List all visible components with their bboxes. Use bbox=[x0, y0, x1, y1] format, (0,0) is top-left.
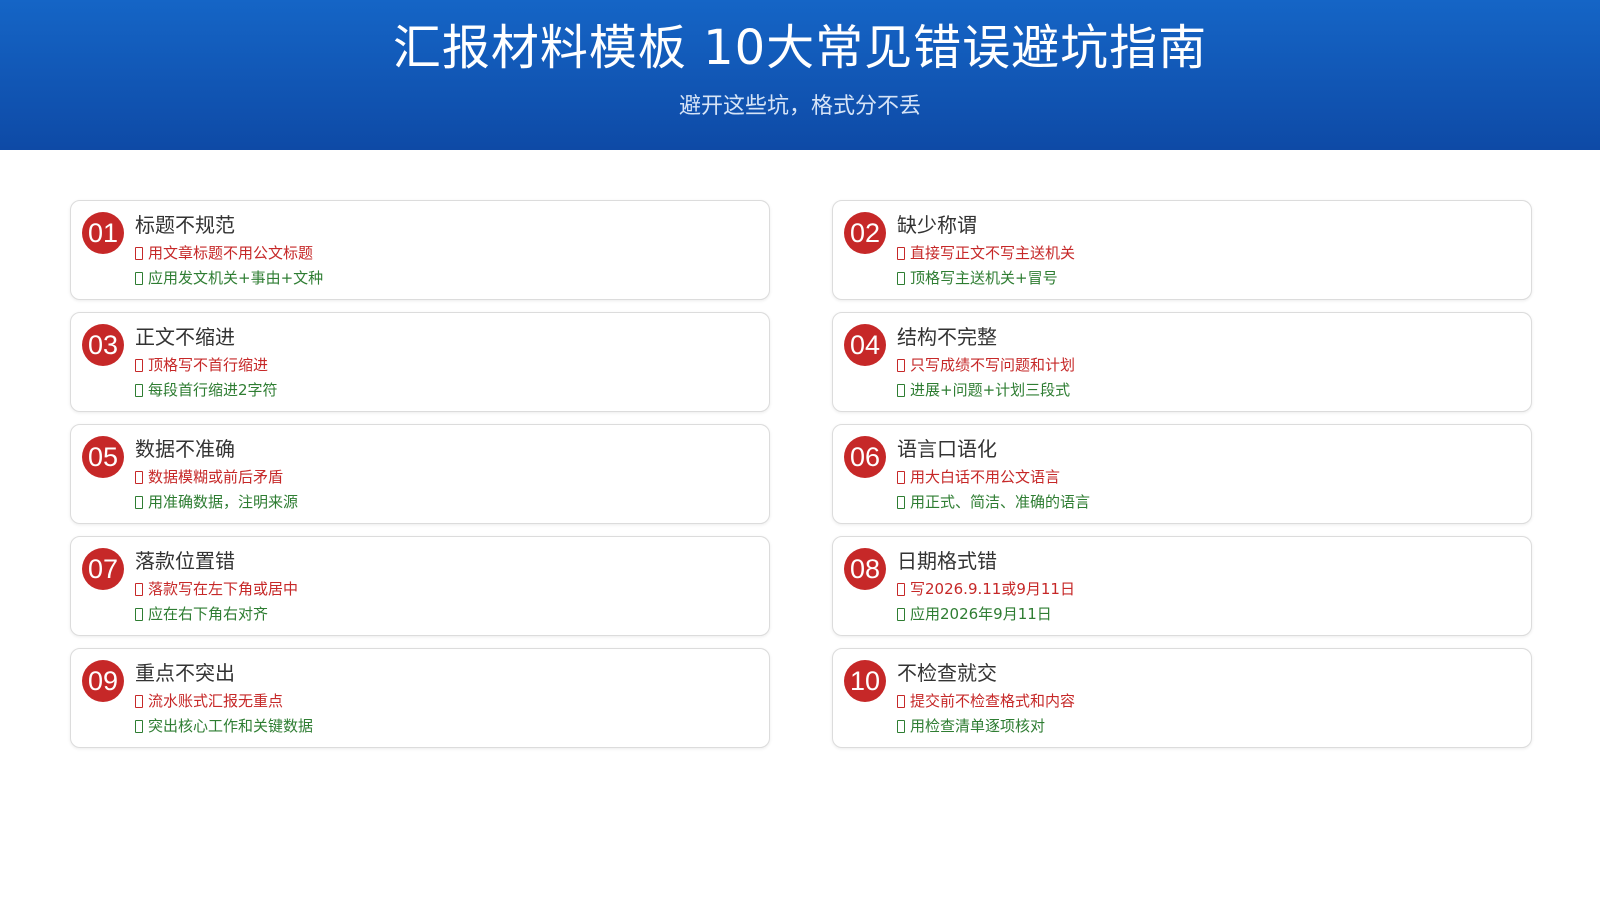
mistake-card: 05 数据不准确 数据模糊或前后矛盾 用准确数据，注明来源 bbox=[70, 424, 770, 524]
correct-mark-icon bbox=[135, 607, 143, 621]
wrong-mark-icon bbox=[897, 582, 905, 596]
correct-text: 突出核心工作和关键数据 bbox=[148, 717, 314, 735]
correct-mark-icon bbox=[897, 383, 905, 397]
number-badge: 10 bbox=[844, 660, 886, 702]
wrong-practice: 提交前不检查格式和内容 bbox=[897, 691, 1075, 711]
mistake-card: 04 结构不完整 只写成绩不写问题和计划 进展+问题+计划三段式 bbox=[832, 312, 1532, 412]
wrong-mark-icon bbox=[135, 246, 143, 260]
correct-text: 应用发文机关+事由+文种 bbox=[148, 269, 324, 287]
wrong-practice: 顶格写不首行缩进 bbox=[135, 355, 268, 375]
mistake-title: 缺少称谓 bbox=[897, 213, 977, 237]
number-badge: 06 bbox=[844, 436, 886, 478]
mistake-title: 结构不完整 bbox=[897, 325, 997, 349]
wrong-mark-icon bbox=[135, 470, 143, 484]
correct-mark-icon bbox=[135, 271, 143, 285]
correct-practice: 用准确数据，注明来源 bbox=[135, 492, 298, 512]
correct-practice: 顶格写主送机关+冒号 bbox=[897, 268, 1058, 288]
wrong-text: 写2026.9.11或9月11日 bbox=[910, 580, 1075, 598]
mistake-card: 01 标题不规范 用文章标题不用公文标题 应用发文机关+事由+文种 bbox=[70, 200, 770, 300]
wrong-practice: 直接写正文不写主送机关 bbox=[897, 243, 1075, 263]
correct-practice: 应在右下角右对齐 bbox=[135, 604, 268, 624]
wrong-mark-icon bbox=[135, 694, 143, 708]
correct-text: 应用2026年9月11日 bbox=[910, 605, 1052, 623]
mistake-card: 09 重点不突出 流水账式汇报无重点 突出核心工作和关键数据 bbox=[70, 648, 770, 748]
wrong-practice: 流水账式汇报无重点 bbox=[135, 691, 283, 711]
mistake-card: 03 正文不缩进 顶格写不首行缩进 每段首行缩进2字符 bbox=[70, 312, 770, 412]
mistake-card: 08 日期格式错 写2026.9.11或9月11日 应用2026年9月11日 bbox=[832, 536, 1532, 636]
correct-text: 顶格写主送机关+冒号 bbox=[910, 269, 1058, 287]
correct-mark-icon bbox=[135, 383, 143, 397]
wrong-mark-icon bbox=[897, 246, 905, 260]
correct-text: 进展+问题+计划三段式 bbox=[910, 381, 1071, 399]
correct-mark-icon bbox=[897, 607, 905, 621]
wrong-text: 只写成绩不写问题和计划 bbox=[910, 356, 1076, 374]
mistake-card: 07 落款位置错 落款写在左下角或居中 应在右下角右对齐 bbox=[70, 536, 770, 636]
wrong-text: 数据模糊或前后矛盾 bbox=[148, 468, 284, 486]
wrong-text: 用大白话不用公文语言 bbox=[910, 468, 1061, 486]
wrong-mark-icon bbox=[135, 582, 143, 596]
mistake-title: 落款位置错 bbox=[135, 549, 235, 573]
number-badge: 08 bbox=[844, 548, 886, 590]
number-badge: 03 bbox=[82, 324, 124, 366]
mistake-card: 10 不检查就交 提交前不检查格式和内容 用检查清单逐项核对 bbox=[832, 648, 1532, 748]
correct-mark-icon bbox=[135, 495, 143, 509]
wrong-text: 流水账式汇报无重点 bbox=[148, 692, 284, 710]
wrong-text: 提交前不检查格式和内容 bbox=[910, 692, 1076, 710]
correct-mark-icon bbox=[897, 271, 905, 285]
mistake-grid: 01 标题不规范 用文章标题不用公文标题 应用发文机关+事由+文种 02 缺少称… bbox=[70, 200, 1532, 748]
wrong-text: 顶格写不首行缩进 bbox=[148, 356, 269, 374]
mistake-title: 正文不缩进 bbox=[135, 325, 235, 349]
number-badge: 07 bbox=[82, 548, 124, 590]
wrong-practice: 用大白话不用公文语言 bbox=[897, 467, 1060, 487]
correct-practice: 应用2026年9月11日 bbox=[897, 604, 1052, 624]
mistake-title: 数据不准确 bbox=[135, 437, 235, 461]
mistake-title: 语言口语化 bbox=[897, 437, 997, 461]
mistake-card: 06 语言口语化 用大白话不用公文语言 用正式、简洁、准确的语言 bbox=[832, 424, 1532, 524]
wrong-practice: 只写成绩不写问题和计划 bbox=[897, 355, 1075, 375]
wrong-practice: 落款写在左下角或居中 bbox=[135, 579, 298, 599]
wrong-mark-icon bbox=[897, 358, 905, 372]
mistake-title: 标题不规范 bbox=[135, 213, 235, 237]
number-badge: 09 bbox=[82, 660, 124, 702]
wrong-practice: 写2026.9.11或9月11日 bbox=[897, 579, 1075, 599]
correct-text: 应在右下角右对齐 bbox=[148, 605, 269, 623]
mistake-title: 重点不突出 bbox=[135, 661, 235, 685]
correct-practice: 进展+问题+计划三段式 bbox=[897, 380, 1070, 400]
wrong-mark-icon bbox=[897, 694, 905, 708]
correct-practice: 用正式、简洁、准确的语言 bbox=[897, 492, 1090, 512]
correct-text: 用正式、简洁、准确的语言 bbox=[910, 493, 1091, 511]
wrong-practice: 用文章标题不用公文标题 bbox=[135, 243, 313, 263]
wrong-mark-icon bbox=[135, 358, 143, 372]
correct-mark-icon bbox=[897, 495, 905, 509]
correct-text: 用检查清单逐项核对 bbox=[910, 717, 1046, 735]
page-title: 汇报材料模板 10大常见错误避坑指南 bbox=[392, 20, 1208, 76]
wrong-text: 直接写正文不写主送机关 bbox=[910, 244, 1076, 262]
wrong-practice: 数据模糊或前后矛盾 bbox=[135, 467, 283, 487]
mistake-title: 日期格式错 bbox=[897, 549, 997, 573]
correct-text: 每段首行缩进2字符 bbox=[148, 381, 278, 399]
correct-text: 用准确数据，注明来源 bbox=[148, 493, 299, 511]
wrong-text: 落款写在左下角或居中 bbox=[148, 580, 299, 598]
wrong-text: 用文章标题不用公文标题 bbox=[148, 244, 314, 262]
correct-mark-icon bbox=[897, 719, 905, 733]
correct-practice: 应用发文机关+事由+文种 bbox=[135, 268, 323, 288]
number-badge: 01 bbox=[82, 212, 124, 254]
correct-practice: 突出核心工作和关键数据 bbox=[135, 716, 313, 736]
correct-practice: 用检查清单逐项核对 bbox=[897, 716, 1045, 736]
correct-practice: 每段首行缩进2字符 bbox=[135, 380, 278, 400]
number-badge: 04 bbox=[844, 324, 886, 366]
mistake-card: 02 缺少称谓 直接写正文不写主送机关 顶格写主送机关+冒号 bbox=[832, 200, 1532, 300]
number-badge: 05 bbox=[82, 436, 124, 478]
number-badge: 02 bbox=[844, 212, 886, 254]
mistake-title: 不检查就交 bbox=[897, 661, 997, 685]
wrong-mark-icon bbox=[897, 470, 905, 484]
page-subtitle: 避开这些坑，格式分不丢 bbox=[678, 94, 921, 119]
correct-mark-icon bbox=[135, 719, 143, 733]
page-header: 汇报材料模板 10大常见错误避坑指南 避开这些坑，格式分不丢 bbox=[0, 0, 1600, 150]
